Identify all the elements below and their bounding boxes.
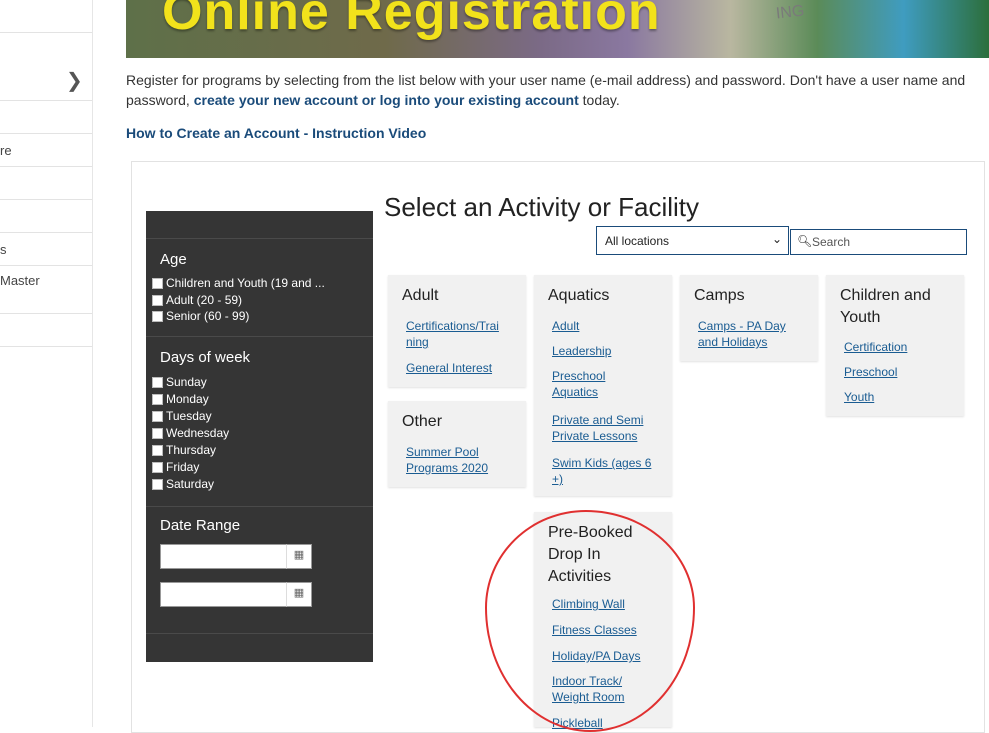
subcategory-link[interactable]: and Holidays [698,334,767,350]
nav-item-s[interactable]: s [0,242,7,257]
day-option[interactable]: Wednesday [152,426,229,440]
nav-divider [0,313,92,314]
checkbox[interactable] [152,295,163,306]
checkbox[interactable] [152,411,163,422]
date-range-title: Date Range [160,517,241,534]
card-title: Children and Youth [840,287,931,326]
checkbox[interactable] [152,377,163,388]
subcategory-link[interactable]: Adult [552,318,579,334]
nav-item-re[interactable]: re [0,143,12,158]
chevron-down-icon: ⌄ [771,232,782,246]
nav-divider [0,265,92,266]
category-card-other: Other Summer Pool Programs 2020 [388,401,526,487]
location-select[interactable]: All locations ⌄ [596,226,789,255]
filter-sidebar: Age Children and Youth (19 and ... Adult… [146,211,373,662]
search-placeholder: Search [812,235,851,249]
category-card-adult: Adult Certifications/Trai ning General I… [388,275,526,387]
start-date-input[interactable] [160,544,288,569]
subcategory-link[interactable]: Camps - PA Day [698,318,786,334]
day-option[interactable]: Sunday [152,375,207,389]
subcategory-link[interactable]: Summer Pool [406,444,479,460]
checkbox[interactable] [152,278,163,289]
subcategory-link[interactable]: Swim Kids (ages 6 [552,455,651,471]
nav-divider [0,199,92,200]
banner-shirt-text: ING [775,2,806,23]
chevron-right-icon[interactable]: ❯ [66,68,83,92]
age-option[interactable]: Senior (60 - 99) [152,309,249,323]
nav-divider [0,133,92,134]
checkbox[interactable] [152,462,163,473]
checkbox[interactable] [152,428,163,439]
subcategory-link[interactable]: Preschool [552,368,605,384]
subcategory-link[interactable]: Private Lessons [552,428,637,444]
days-filter-title: Days of week [160,349,251,366]
intro-text-after: today. [578,92,620,108]
day-option[interactable]: Saturday [152,477,214,491]
card-title: Aquatics [548,287,610,304]
subcategory-link[interactable]: Programs 2020 [406,460,488,476]
subcategory-link[interactable]: Certifications/Trai [406,318,499,334]
card-title: Camps [694,287,745,304]
subcategory-link[interactable]: Preschool [844,364,897,380]
day-option[interactable]: Monday [152,392,209,406]
banner-image: Online Registration ING [126,0,989,58]
age-option[interactable]: Children and Youth (19 and ... [152,276,325,290]
filter-divider [146,336,373,337]
location-select-value: All locations [605,234,670,248]
day-option[interactable]: Tuesday [152,409,212,423]
nav-divider [0,232,92,233]
subcategory-link[interactable]: Youth [844,389,874,405]
checkbox[interactable] [152,311,163,322]
nav-item-master[interactable]: Master [0,273,40,288]
card-title: Adult [402,287,439,304]
intro-text: Register for programs by selecting from … [126,70,981,110]
filter-divider [146,238,373,239]
category-card-camps: Camps Camps - PA Day and Holidays [680,275,818,361]
left-nav: ❯ re s Master [0,0,93,727]
nav-divider [0,100,92,101]
category-card-aquatics: Aquatics Adult Leadership Preschool Aqua… [534,275,672,496]
subcategory-link[interactable]: Certification [844,339,907,355]
calendar-icon[interactable]: ▦ [286,582,312,607]
create-account-link[interactable]: create your new account or log into your… [194,92,579,108]
nav-divider [0,166,92,167]
age-filter-title: Age [160,251,187,268]
calendar-icon[interactable]: ▦ [286,544,312,569]
age-option[interactable]: Adult (20 - 59) [152,293,242,307]
category-card-children-youth: Children and Youth Certification Preschoo… [826,275,964,416]
checkbox[interactable] [152,479,163,490]
subcategory-link[interactable]: Leadership [552,343,611,359]
how-to-video-link[interactable]: How to Create an Account - Instruction V… [126,125,426,141]
day-option[interactable]: Friday [152,460,199,474]
checkbox[interactable] [152,394,163,405]
subcategory-link[interactable]: +) [552,471,563,487]
subcategory-link[interactable]: Aquatics [552,384,598,400]
filter-divider [146,506,373,507]
page-title: Select an Activity or Facility [384,192,699,222]
card-title: Other [402,413,443,430]
search-input[interactable]: 🔍︎ Search [790,229,967,255]
search-icon: 🔍︎ [797,234,813,248]
subcategory-link[interactable]: Private and Semi [552,412,643,428]
subcategory-link[interactable]: ning [406,334,429,350]
end-date-input[interactable] [160,582,288,607]
banner-title: Online Registration [162,0,661,41]
nav-divider [0,346,92,347]
filter-divider [146,633,373,634]
nav-divider [0,32,92,33]
day-option[interactable]: Thursday [152,443,216,457]
checkbox[interactable] [152,445,163,456]
subcategory-link[interactable]: General Interest [406,360,492,376]
